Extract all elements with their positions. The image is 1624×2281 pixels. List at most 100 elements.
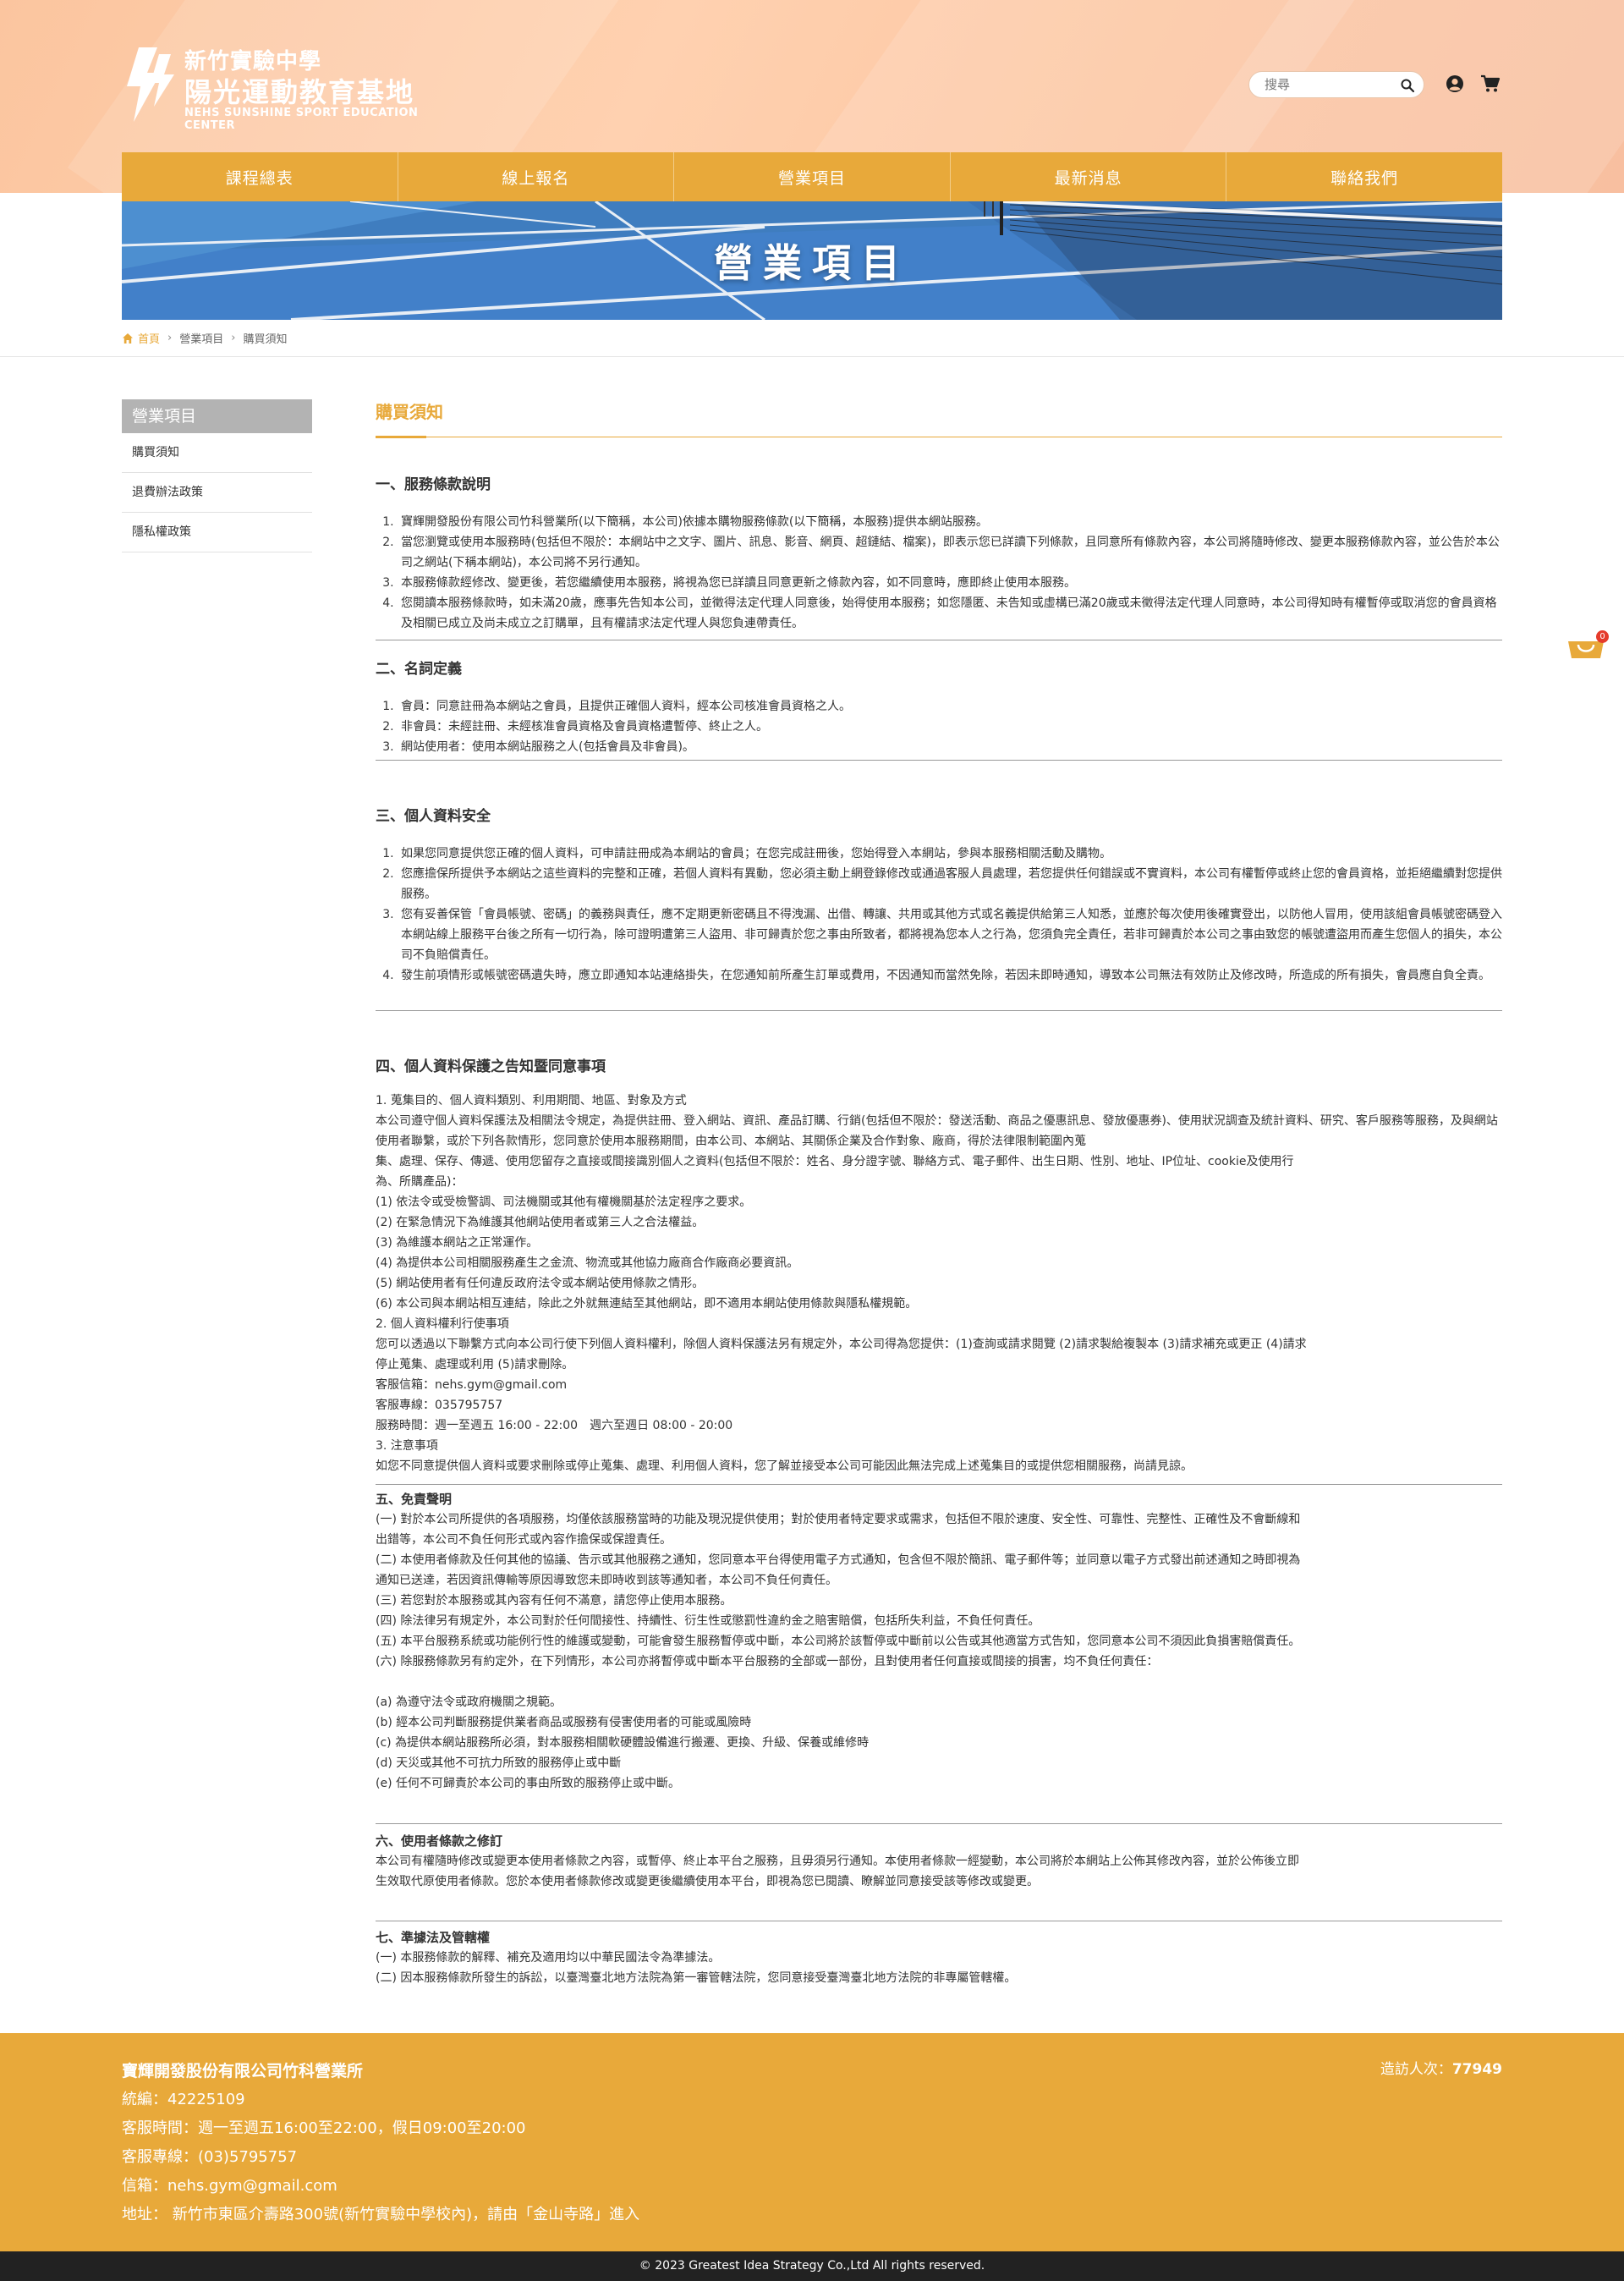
definitions-list: 會員：同意註冊為本網站之會員，且提供正確個人資料，經本公司核准會員資格之人。 非…: [376, 696, 1502, 757]
governing-law-body: (一) 本服務條款的解釋、補充及適用均以中華民國法令為準據法。 (二) 因本服務…: [376, 1948, 1502, 1988]
page-title: 購買須知: [376, 402, 443, 422]
sidebar: 營業項目 購買須知 退費辦法政策 隱私權政策: [122, 399, 312, 552]
list-item: 寶輝開發股份有限公司竹科營業所(以下簡稱，本公司)依據本購物服務條款(以下簡稱，…: [398, 512, 1502, 532]
page-banner: 營業項目: [122, 201, 1502, 320]
section-disclaimer: 五、免責聲明 (一) 對於本公司所提供的各項服務，均僅依該服務當時的功能及現況提…: [376, 1489, 1502, 1794]
section-privacy-notice: 四、個人資料保護之告知暨同意事項 1. 蒐集目的、個人資料類別、利用期間、地區、…: [376, 1054, 1502, 1476]
paragraph-line: 為、所購產品)：: [376, 1175, 464, 1189]
paragraph-line: (6) 本公司與本網站相互連結，除此之外就無連結至其他網站，即不適用本網站使用條…: [376, 1297, 918, 1311]
paragraph-line: 客服信箱：nehs.gym@gmail.com: [376, 1378, 568, 1392]
section-definitions: 二、名詞定義 會員：同意註冊為本網站之會員，且提供正確個人資料，經本公司核准會員…: [376, 657, 1502, 757]
paragraph-line: 服務時間：週一至週五 16:00 - 22:00 週六至週日 08:00 - 2…: [376, 1419, 733, 1432]
footer-phone[interactable]: 客服專線：(03)5795757: [122, 2143, 639, 2172]
paragraph-line: (一) 對於本公司所提供的各項服務，均僅依該服務當時的功能及現況提供使用；對於使…: [376, 1513, 1301, 1526]
section-divider: [376, 1010, 1502, 1011]
paragraph-line: (b) 經本公司判斷服務提供業者商品或服務有侵害使用者的可能或風險時: [376, 1716, 752, 1729]
bolt-logo-icon: [127, 47, 174, 122]
nav-item-news[interactable]: 最新消息: [951, 152, 1227, 201]
paragraph-line: 停止蒐集、處理或利用 (5)請求刪除。: [376, 1358, 574, 1371]
floating-cart-button[interactable]: 0: [1566, 630, 1609, 663]
home-icon: [123, 333, 133, 344]
section-data-security: 三、個人資料安全 如果您同意提供您正確的個人資料，可申請註冊成為本網站的會員；在…: [376, 804, 1502, 986]
privacy-notice-body: 1. 蒐集目的、個人資料類別、利用期間、地區、對象及方式 本公司遵守個人資料保護…: [376, 1091, 1502, 1476]
sidebar-item-purchase-notice[interactable]: 購買須知: [122, 433, 312, 473]
paragraph-line: (五) 本平台服務系統或功能例行性的維護或變動，可能會發生服務暫停或中斷，本公司…: [376, 1635, 1301, 1648]
nav-item-online-registration[interactable]: 線上報名: [398, 152, 675, 201]
terms-list: 寶輝開發股份有限公司竹科營業所(以下簡稱，本公司)依據本購物服務條款(以下簡稱，…: [376, 512, 1502, 634]
paragraph-line: (3) 為維護本網站之正常運作。: [376, 1236, 539, 1250]
breadcrumb-home[interactable]: 首頁: [138, 330, 160, 346]
paragraph-line: 3. 注意事項: [376, 1439, 438, 1453]
paragraph-line: 如您不同意提供個人資料或要求刪除或停止蒐集、處理、利用個人資料，您了解並接受本公…: [376, 1459, 1193, 1473]
security-list: 如果您同意提供您正確的個人資料，可申請註冊成為本網站的會員；在您完成註冊後，您始…: [376, 844, 1502, 986]
section-heading: 一、服務條款說明: [376, 476, 491, 493]
chevron-right-icon: ›: [167, 332, 173, 344]
footer-email[interactable]: 信箱：nehs.gym@gmail.com: [122, 2172, 639, 2201]
section-terms-revision: 六、使用者條款之修訂 本公司有權隨時修改或變更本使用者條款之內容，或暫停、終止本…: [376, 1831, 1502, 1892]
paragraph-line: (5) 網站使用者有任何違反政府法令或本網站使用條款之情形。: [376, 1277, 705, 1290]
breadcrumb: 首頁 › 營業項目 › 購買須知: [122, 330, 287, 346]
list-item: 如果您同意提供您正確的個人資料，可申請註冊成為本網站的會員；在您完成註冊後，您始…: [398, 844, 1502, 864]
sidebar-item-refund-policy[interactable]: 退費辦法政策: [122, 473, 312, 513]
logo-center-name: 陽光運動教育基地: [184, 76, 415, 108]
nav-item-contact[interactable]: 聯絡我們: [1226, 152, 1502, 201]
paragraph-line: 本公司遵守個人資料保護法及相關法令規定，為提供註冊、登入網站、資訊、產品訂購、行…: [376, 1114, 1498, 1148]
nav-item-business[interactable]: 營業項目: [674, 152, 951, 201]
paragraph-line: (二) 因本服務條款所發生的訴訟，以臺灣臺北地方法院為第一審管轄法院，您同意接受…: [376, 1971, 1017, 1985]
logo-english-name: NEHS SUNSHINE SPORT EDUCATION CENTER: [184, 107, 419, 132]
search-input[interactable]: [1265, 77, 1400, 92]
footer-hours: 客服時間：週一至週五16:00至22:00，假日09:00至20:00: [122, 2119, 526, 2137]
breadcrumb-business[interactable]: 營業項目: [179, 330, 223, 346]
paragraph-line: (d) 天災或其他不可抗力所致的服務停止或中斷: [376, 1756, 622, 1770]
section-heading: 六、使用者條款之修訂: [376, 1833, 503, 1849]
section-heading: 三、個人資料安全: [376, 808, 491, 825]
paragraph-line: (1) 依法令或受檢警調、司法機關或其他有權機關基於法定程序之要求。: [376, 1195, 752, 1209]
paragraph-line: (二) 本使用者條款及任何其他的協議、告示或其他服務之通知，您同意本平台得使用電…: [376, 1553, 1301, 1567]
sidebar-title: 營業項目: [122, 399, 312, 433]
list-item: 會員：同意註冊為本網站之會員，且提供正確個人資料，經本公司核准會員資格之人。: [398, 696, 1502, 717]
list-item: 您閱讀本服務條款時，如未滿20歲，應事先告知本公司，並徵得法定代理人同意後，始得…: [398, 593, 1502, 634]
header-divider: [0, 356, 1624, 357]
section-heading: 四、個人資料保護之告知暨同意事項: [376, 1058, 606, 1075]
visit-counter: 造訪人次：77949: [1380, 2057, 1502, 2078]
footer-info: 寶輝開發股份有限公司竹科營業所 統編：42225109 客服時間：週一至週五16…: [122, 2057, 639, 2229]
user-icon[interactable]: [1446, 74, 1464, 93]
footer-address: 地址： 新竹市東區介壽路300號(新竹實驗中學校內)，請由「金山寺路」進入: [122, 2206, 640, 2223]
paragraph-line: 生效取代原使用者條款。您於本使用者條款修改或變更後繼續使用本平台，即視為您已閱讀…: [376, 1875, 1039, 1888]
paragraph-line: (2) 在緊急情況下為維護其他網站使用者或第三人之合法權益。: [376, 1216, 705, 1229]
paragraph-line: (a) 為遵守法令或政府機關之規範。: [376, 1696, 562, 1709]
sidebar-item-privacy-policy[interactable]: 隱私權政策: [122, 513, 312, 552]
list-item: 發生前項情形或帳號密碼遺失時，應立即通知本站連絡掛失，在您通知前所產生訂單或費用…: [398, 965, 1502, 986]
paragraph-line: (4) 為提供本公司相關服務產生之金流、物流或其他協力廠商合作廠商必要資訊。: [376, 1256, 799, 1270]
paragraph-line: 1. 蒐集目的、個人資料類別、利用期間、地區、對象及方式: [376, 1094, 687, 1108]
section-divider: [376, 1484, 1502, 1485]
copyright: © 2023 Greatest Idea Strategy Co.,Ltd Al…: [0, 2251, 1624, 2281]
cart-icon[interactable]: [1480, 74, 1501, 94]
search-icon[interactable]: [1400, 78, 1415, 93]
section-divider: [376, 760, 1502, 761]
paragraph-line: 您可以透過以下聯繫方式向本公司行使下列個人資料權利，除個人資料保護法另有規定外，…: [376, 1338, 1307, 1351]
paragraph-line: (e) 任何不可歸責於本公司的事由所致的服務停止或中斷。: [376, 1777, 680, 1790]
paragraph-line: (四) 除法律另有規定外，本公司對於任何間接性、持續性、衍生性或懲罰性違約金之賠…: [376, 1614, 1040, 1628]
list-item: 網站使用者：使用本網站服務之人(包括會員及非會員)。: [398, 737, 1502, 757]
visits-count: 77949: [1451, 2061, 1502, 2078]
paragraph-line: (六) 除服務條款另有約定外，在下列情形，本公司亦將暫停或中斷本平台服務的全部或…: [376, 1655, 1159, 1668]
cart-count-badge: 0: [1596, 630, 1609, 643]
footer-tax-id: 統編：42225109: [122, 2091, 245, 2108]
paragraph-line: 2. 個人資料權利行使事項: [376, 1317, 509, 1331]
section-divider: [376, 1823, 1502, 1824]
title-accent-bar: [376, 436, 426, 438]
revision-body: 本公司有權隨時修改或變更本使用者條款之內容，或暫停、終止本平台之服務，且毋須另行…: [376, 1851, 1502, 1892]
list-item: 非會員：未經註冊、未經核准會員資格及會員資格遭暫停、終止之人。: [398, 717, 1502, 737]
nav-item-course-schedule[interactable]: 課程總表: [122, 152, 398, 201]
list-item: 本服務條款經修改、變更後，若您繼續使用本服務，將視為您已詳讀且同意更新之條款內容…: [398, 573, 1502, 593]
list-item: 您有妥善保管「會員帳號、密碼」的義務與責任，應不定期更新密碼且不得洩漏、出借、轉…: [398, 904, 1502, 965]
footer-company: 寶輝開發股份有限公司竹科營業所: [122, 2062, 364, 2080]
breadcrumb-current: 購買須知: [243, 333, 288, 346]
chevron-right-icon: ›: [231, 332, 236, 344]
site-logo[interactable]: 新竹實驗中學 陽光運動教育基地 NEHS SUNSHINE SPORT EDUC…: [122, 44, 443, 132]
paragraph-line: 本公司有權隨時修改或變更本使用者條款之內容，或暫停、終止本平台之服務，且毋須另行…: [376, 1855, 1299, 1868]
main-nav: 課程總表 線上報名 營業項目 最新消息 聯絡我們: [122, 152, 1502, 201]
banner-title: 營業項目: [714, 240, 910, 286]
visits-label: 造訪人次：: [1380, 2061, 1452, 2078]
